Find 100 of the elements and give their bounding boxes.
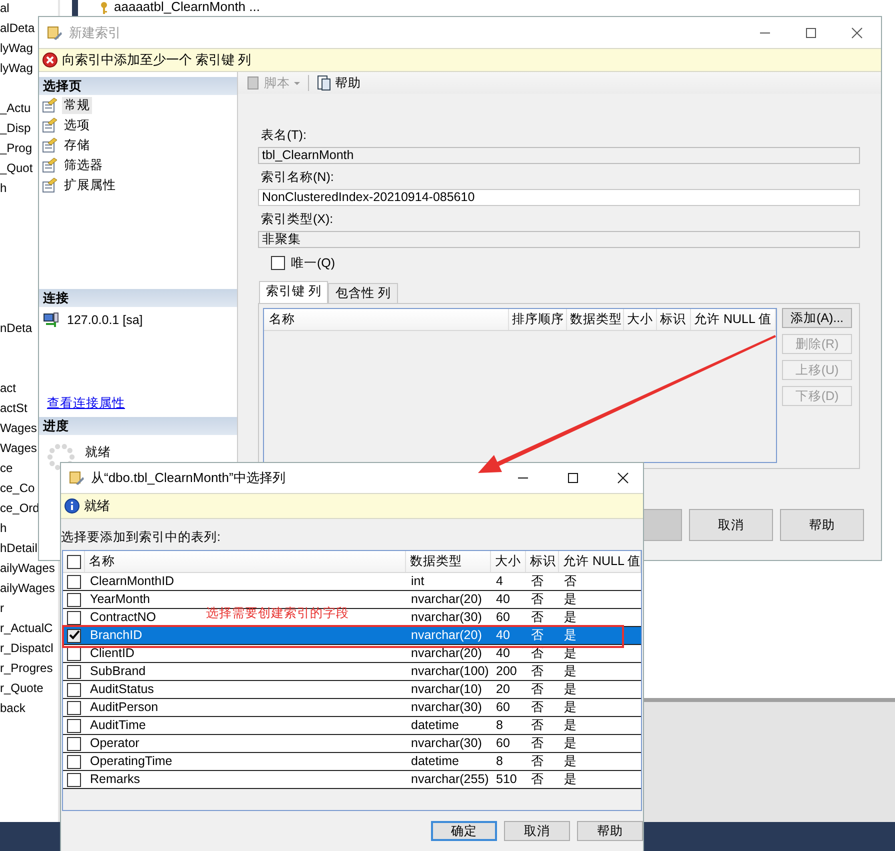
document-tab[interactable]: aaaaatbl_ClearnMonth ... — [100, 0, 260, 16]
checkbox[interactable] — [271, 256, 285, 270]
dialog-button[interactable]: 帮助 — [780, 509, 864, 541]
checkbox[interactable] — [67, 682, 81, 696]
tree-item[interactable]: ailyWages — [0, 558, 55, 578]
table-cell: 否 — [531, 573, 544, 590]
column-header[interactable]: 数据类型 — [567, 309, 624, 330]
table-cell: AuditPerson — [90, 699, 158, 716]
table-row[interactable]: SubBrand nvarchar(100) 200 否 是 — [63, 663, 641, 681]
page-item[interactable]: 存储 — [62, 136, 92, 154]
connection-properties-link[interactable]: 查看连接属性 — [47, 395, 125, 412]
checkbox[interactable] — [67, 574, 81, 588]
table-row[interactable]: Operator nvarchar(30) 60 否 是 — [63, 735, 641, 753]
checkbox[interactable] — [67, 592, 81, 606]
checkbox[interactable] — [67, 772, 81, 786]
checkbox[interactable] — [67, 736, 81, 750]
checkbox[interactable] — [67, 554, 81, 568]
toolbar-button[interactable]: 帮助 — [313, 74, 364, 92]
table-cell: datetime — [411, 717, 459, 734]
column-header[interactable]: 排序顺序 — [509, 309, 567, 330]
page-item[interactable]: 选项 — [62, 116, 92, 134]
tree-item[interactable]: ce — [0, 458, 13, 478]
tree-item[interactable]: act — [0, 378, 16, 398]
table-cell: YearMonth — [90, 591, 150, 608]
table-cell: 否 — [531, 681, 544, 698]
table-cell: 是 — [564, 699, 577, 716]
table-row[interactable]: Remarks nvarchar(255) 510 否 是 — [63, 771, 641, 789]
column-header[interactable]: 标识 — [526, 551, 559, 572]
checkbox[interactable] — [67, 610, 81, 624]
table-cell: 否 — [531, 591, 544, 608]
tree-item[interactable]: h — [0, 518, 7, 538]
column-header[interactable]: 名称 — [264, 309, 509, 330]
dialog-button[interactable]: 帮助 — [577, 821, 643, 841]
table-row[interactable]: AuditPerson nvarchar(30) 60 否 是 — [63, 699, 641, 717]
tree-item[interactable]: _Actu — [0, 98, 31, 118]
column-header[interactable]: 数据类型 — [406, 551, 491, 572]
text-field[interactable]: NonClusteredIndex-20210914-085610 — [258, 189, 860, 206]
tree-item[interactable]: Wages — [0, 438, 37, 458]
close-icon[interactable] — [851, 26, 863, 38]
tree-item[interactable]: r_Progres — [0, 658, 53, 678]
table-cell: 否 — [531, 663, 544, 680]
close-icon[interactable] — [617, 472, 629, 484]
checkbox[interactable] — [67, 700, 81, 714]
page-icon — [42, 137, 58, 153]
checkbox[interactable] — [67, 664, 81, 678]
table-row[interactable]: AuditStatus nvarchar(10) 20 否 是 — [63, 681, 641, 699]
page-item[interactable]: 筛选器 — [62, 156, 105, 174]
side-button[interactable]: 添加(A)... — [782, 308, 852, 328]
window-title: 从“dbo.tbl_ClearnMonth”中选择列 — [91, 469, 286, 487]
tree-item[interactable]: hDetail — [0, 538, 38, 558]
section-header: 选择页 — [39, 77, 237, 95]
tree-item[interactable]: r_Dispatcl — [0, 638, 54, 658]
tree-item[interactable]: nDeta — [0, 318, 32, 338]
table-cell: 60 — [496, 699, 510, 716]
column-header[interactable]: 大小 — [624, 309, 657, 330]
tree-item[interactable]: al — [0, 0, 10, 18]
table-cell: 60 — [496, 609, 510, 626]
tree-item[interactable]: r — [0, 598, 4, 618]
checkbox[interactable] — [67, 718, 81, 732]
tree-item[interactable]: Wages — [0, 418, 37, 438]
tree-item[interactable]: ce_Ord — [0, 498, 40, 518]
table-row[interactable]: BranchID nvarchar(20) 40 否 是 — [63, 627, 641, 645]
column-header[interactable]: 大小 — [491, 551, 526, 572]
page-item[interactable]: 扩展属性 — [62, 176, 118, 194]
tree-item[interactable]: _Quot — [0, 158, 33, 178]
table-cell: 否 — [531, 627, 544, 644]
tree-item[interactable]: r_Quote — [0, 678, 44, 698]
tree-item[interactable]: back — [0, 698, 26, 718]
tree-item[interactable]: h — [0, 178, 7, 198]
tree-item[interactable]: alDeta — [0, 18, 35, 38]
tree-item[interactable]: _Prog — [0, 138, 32, 158]
page-item[interactable]: 常规 — [62, 96, 92, 114]
maximize-icon[interactable] — [567, 472, 579, 484]
tree-item[interactable]: _Disp — [0, 118, 31, 138]
column-header[interactable]: 允许 NULL 值 — [559, 551, 641, 572]
table-cell: nvarchar(30) — [411, 735, 482, 752]
table-cell: AuditTime — [90, 717, 146, 734]
tree-item[interactable]: ailyWages — [0, 578, 55, 598]
tree-item[interactable]: ce_Co — [0, 478, 35, 498]
tab[interactable]: 包含性 列 — [328, 283, 398, 303]
column-header[interactable]: 允许 NULL 值 — [691, 309, 776, 330]
column-header[interactable]: 标识 — [657, 309, 691, 330]
table-cell: ClientID — [90, 645, 134, 662]
table-cell: 是 — [564, 627, 577, 644]
checkbox[interactable] — [67, 754, 81, 768]
server-label: 127.0.0.1 [sa] — [67, 313, 143, 327]
tree-item[interactable]: lyWag — [0, 58, 33, 78]
dialog-button[interactable]: 取消 — [504, 821, 570, 841]
table-row[interactable]: ClearnMonthID int 4 否 否 — [63, 573, 641, 591]
tab[interactable]: 索引键 列 — [259, 281, 328, 303]
column-header[interactable]: 名称 — [85, 551, 406, 572]
tree-item[interactable]: r_ActualC — [0, 618, 53, 638]
dialog-button[interactable]: 取消 — [689, 509, 773, 541]
dialog-button[interactable]: 确定 — [431, 821, 497, 841]
tree-item[interactable]: lyWag — [0, 38, 33, 58]
table-row[interactable]: OperatingTime datetime 8 否 是 — [63, 753, 641, 771]
table-row[interactable]: AuditTime datetime 8 否 是 — [63, 717, 641, 735]
maximize-icon[interactable] — [805, 26, 817, 38]
checkbox[interactable] — [67, 628, 81, 642]
tree-item[interactable]: actSt — [0, 398, 28, 418]
